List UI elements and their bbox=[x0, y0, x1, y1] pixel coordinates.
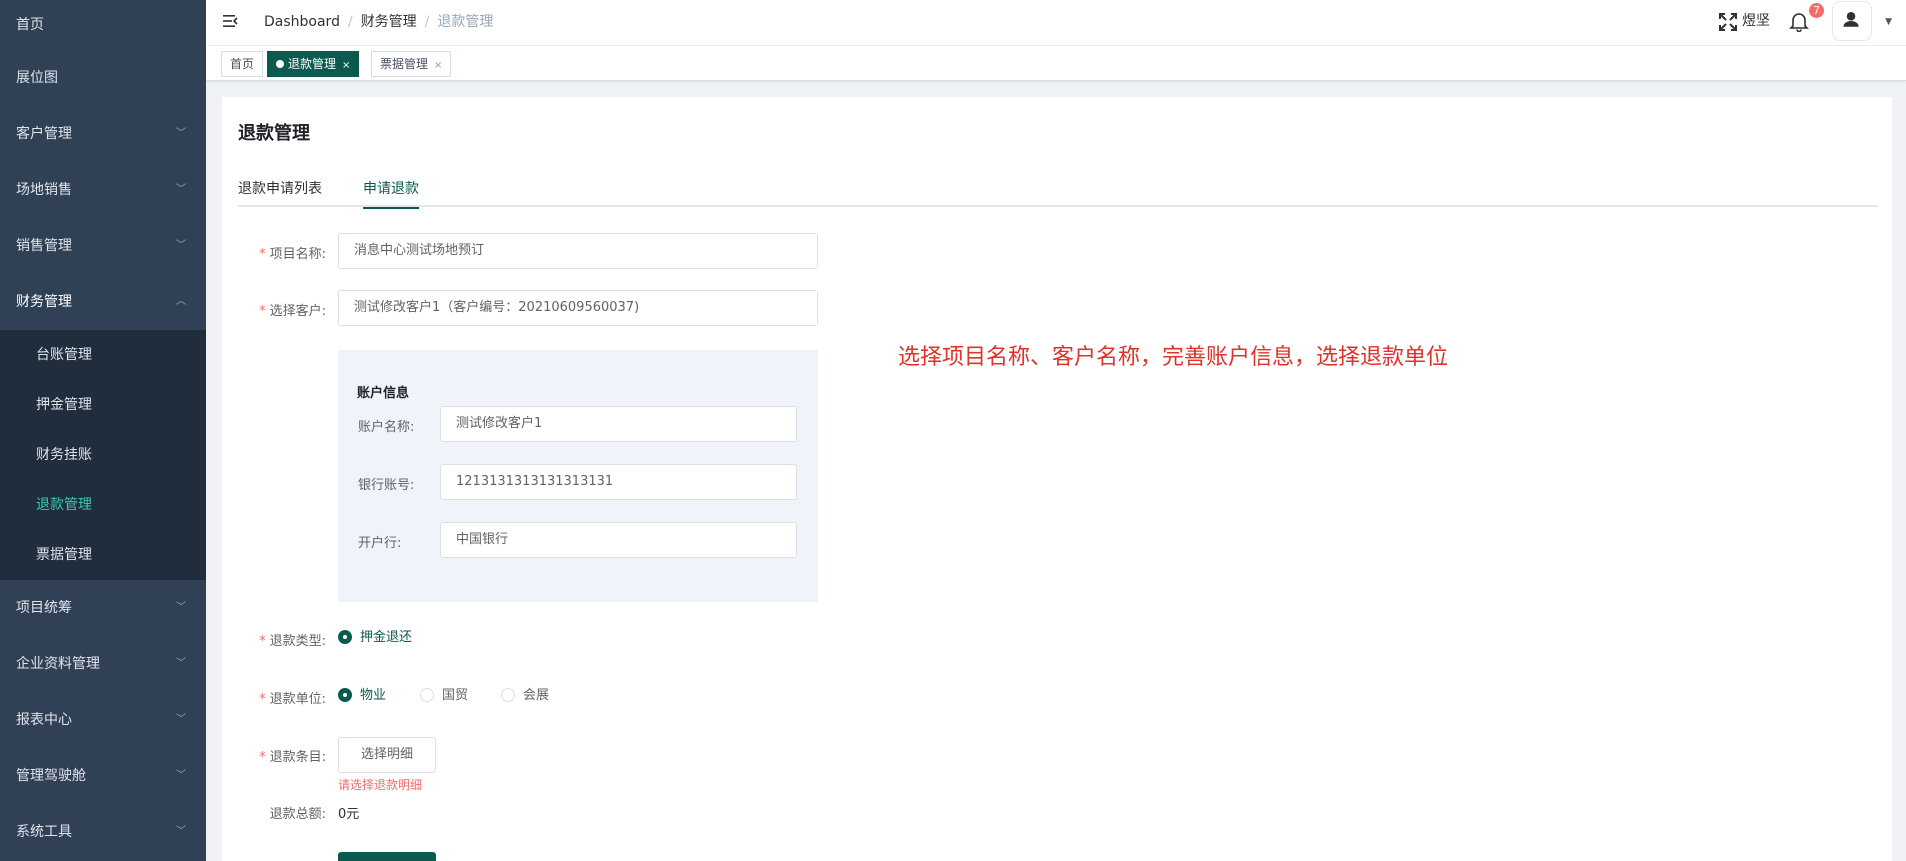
chevron-down-icon: ﹀ bbox=[176, 770, 186, 781]
tag-refund[interactable]: 退款管理 × bbox=[267, 51, 360, 77]
sidebar-subitem-deposit[interactable]: 押金管理 bbox=[0, 380, 206, 430]
chevron-down-icon: ﹀ bbox=[176, 658, 186, 669]
sidebar-item-label: 展位图 bbox=[16, 70, 58, 86]
sidebar-subitem-invoice[interactable]: 票据管理 bbox=[0, 530, 206, 580]
sidebar: 首页 展位图 客户管理 ﹀ 场地销售 ﹀ 销售管理 ﹀ 财务管理 ︿ 台账管理 押金管理… bbox=[0, 0, 206, 861]
notification-badge: 7 bbox=[1809, 3, 1824, 18]
tags-view: 首页 退款管理 × 票据管理 × bbox=[206, 46, 1906, 81]
sidebar-item-enterprise[interactable]: 企业资料管理 ﹀ bbox=[0, 636, 206, 692]
radio-checked-icon bbox=[338, 688, 352, 702]
chevron-up-icon: ︿ bbox=[176, 296, 186, 307]
sidebar-subitem-pending[interactable]: 财务挂账 bbox=[0, 430, 206, 480]
annotation-text: 选择项目名称、客户名称，完善账户信息，选择退款单位 bbox=[898, 345, 1449, 370]
bank-account-input[interactable]: 1213131313131313131 bbox=[440, 464, 797, 500]
sidebar-item-customer[interactable]: 客户管理 ﹀ bbox=[0, 106, 206, 162]
sidebar-item-tools[interactable]: 系统工具 ﹀ bbox=[0, 804, 206, 860]
close-icon[interactable]: × bbox=[342, 60, 350, 71]
page-title: 退款管理 bbox=[238, 123, 310, 144]
chevron-down-icon: ﹀ bbox=[176, 602, 186, 613]
refund-type-label: * 退款类型: bbox=[259, 634, 326, 649]
chevron-down-icon: ﹀ bbox=[176, 714, 186, 725]
tab-refund-list[interactable]: 退款申请列表 bbox=[238, 177, 322, 207]
refund-item-error: 请选择退款明细 bbox=[338, 778, 423, 792]
refund-unit-radio-exhibition[interactable]: 会展 bbox=[501, 687, 549, 707]
sidebar-item-label: 系统工具 bbox=[16, 824, 72, 840]
close-icon[interactable]: × bbox=[434, 60, 442, 71]
username[interactable]: 煜坚 bbox=[1742, 0, 1770, 42]
tag-home[interactable]: 首页 bbox=[221, 51, 264, 77]
tag-label: 首页 bbox=[230, 57, 255, 71]
refund-total-label: 退款总额: bbox=[269, 807, 326, 822]
sidebar-item-label: 企业资料管理 bbox=[16, 656, 100, 672]
tab-apply-refund[interactable]: 申请退款 bbox=[363, 177, 419, 209]
project-label: * 项目名称: bbox=[259, 247, 326, 262]
sidebar-item-label: 首页 bbox=[16, 17, 44, 33]
breadcrumb-item: 财务管理 bbox=[360, 14, 417, 30]
main-card: 退款管理 退款申请列表 申请退款 * 项目名称: 消息中心测试场地预订 * 选择客户… bbox=[222, 97, 1892, 861]
sidebar-item-label: 财务管理 bbox=[16, 294, 72, 310]
sidebar-item-label: 场地销售 bbox=[16, 182, 72, 198]
sidebar-item-sales[interactable]: 销售管理 ﹀ bbox=[0, 218, 206, 274]
sidebar-item-label: 项目统筹 bbox=[16, 600, 72, 616]
bank-name-label: 开户行: bbox=[358, 536, 402, 551]
sidebar-item-finance[interactable]: 财务管理 ︿ bbox=[0, 274, 206, 330]
sidebar-subitem-ledger[interactable]: 台账管理 bbox=[0, 330, 206, 380]
radio-checked-icon bbox=[338, 630, 352, 644]
sidebar-item-label: 报表中心 bbox=[16, 712, 72, 728]
chevron-down-icon: ﹀ bbox=[176, 240, 186, 251]
sidebar-submenu-finance: 台账管理 押金管理 财务挂账 退款管理 票据管理 bbox=[0, 330, 206, 580]
sidebar-item-project[interactable]: 项目统筹 ﹀ bbox=[0, 580, 206, 636]
sidebar-item-venue-sales[interactable]: 场地销售 ﹀ bbox=[0, 162, 206, 218]
fullscreen-icon[interactable] bbox=[1718, 12, 1738, 32]
account-info-panel: 账户信息 账户名称: 测试修改客户1 银行账号: 121313131313131… bbox=[338, 350, 818, 602]
tabs-bar: 退款申请列表 申请退款 bbox=[238, 177, 1878, 209]
sidebar-item-booth-map[interactable]: 展位图 bbox=[0, 50, 206, 106]
sidebar-item-cockpit[interactable]: 管理驾驶舱 ﹀ bbox=[0, 748, 206, 804]
customer-label: * 选择客户: bbox=[259, 304, 326, 319]
caret-down-icon[interactable]: ▼ bbox=[1885, 17, 1892, 27]
breadcrumb: Dashboard / 财务管理 / 退款管理 bbox=[264, 0, 493, 46]
refund-total-value: 0元 bbox=[338, 807, 360, 822]
sidebar-subitem-refund[interactable]: 退款管理 bbox=[0, 480, 206, 530]
submit-button[interactable] bbox=[338, 852, 436, 861]
avatar[interactable] bbox=[1832, 1, 1872, 41]
sidebar-item-label: 管理驾驶舱 bbox=[16, 768, 86, 784]
refund-item-label: * 退款条目: bbox=[259, 750, 326, 765]
refund-unit-radio-property[interactable]: 物业 bbox=[338, 687, 386, 707]
breadcrumb-separator: / bbox=[424, 14, 430, 30]
refund-unit-radio-guomao[interactable]: 国贸 bbox=[420, 687, 468, 707]
account-name-label: 账户名称: bbox=[358, 420, 415, 435]
refund-type-radio-deposit[interactable]: 押金退还 bbox=[338, 629, 412, 649]
hamburger-icon[interactable] bbox=[222, 12, 240, 30]
sidebar-item-label: 销售管理 bbox=[16, 238, 72, 254]
active-dot-icon bbox=[276, 60, 284, 68]
refund-unit-label: * 退款单位: bbox=[259, 692, 326, 707]
select-detail-button[interactable]: 选择明细 bbox=[338, 737, 436, 773]
bank-name-input[interactable]: 中国银行 bbox=[440, 522, 797, 558]
tag-invoice[interactable]: 票据管理 × bbox=[371, 51, 452, 77]
customer-select[interactable]: 测试修改客户1（客户编号：20210609560037) bbox=[338, 290, 818, 326]
sidebar-item-reports[interactable]: 报表中心 ﹀ bbox=[0, 692, 206, 748]
account-info-title: 账户信息 bbox=[357, 386, 410, 401]
sidebar-item-label: 客户管理 bbox=[16, 126, 72, 142]
account-name-input[interactable]: 测试修改客户1 bbox=[440, 406, 797, 442]
breadcrumb-item-current: 退款管理 bbox=[437, 14, 494, 30]
sidebar-item-home[interactable]: 首页 bbox=[0, 0, 206, 50]
chevron-down-icon: ﹀ bbox=[176, 128, 186, 139]
user-icon bbox=[1843, 11, 1859, 27]
breadcrumb-item[interactable]: Dashboard bbox=[264, 14, 340, 30]
tag-label: 退款管理 bbox=[288, 57, 337, 71]
chevron-down-icon: ﹀ bbox=[176, 184, 186, 195]
chevron-down-icon: ﹀ bbox=[176, 826, 186, 837]
radio-unchecked-icon bbox=[501, 688, 515, 702]
tag-label: 票据管理 bbox=[380, 57, 429, 71]
radio-unchecked-icon bbox=[420, 688, 434, 702]
bell-icon[interactable] bbox=[1788, 10, 1810, 32]
bank-account-label: 银行账号: bbox=[358, 478, 415, 493]
top-navbar: Dashboard / 财务管理 / 退款管理 煜坚 7 ▼ bbox=[206, 0, 1906, 46]
project-select[interactable]: 消息中心测试场地预订 bbox=[338, 233, 818, 269]
breadcrumb-separator: / bbox=[347, 14, 353, 30]
